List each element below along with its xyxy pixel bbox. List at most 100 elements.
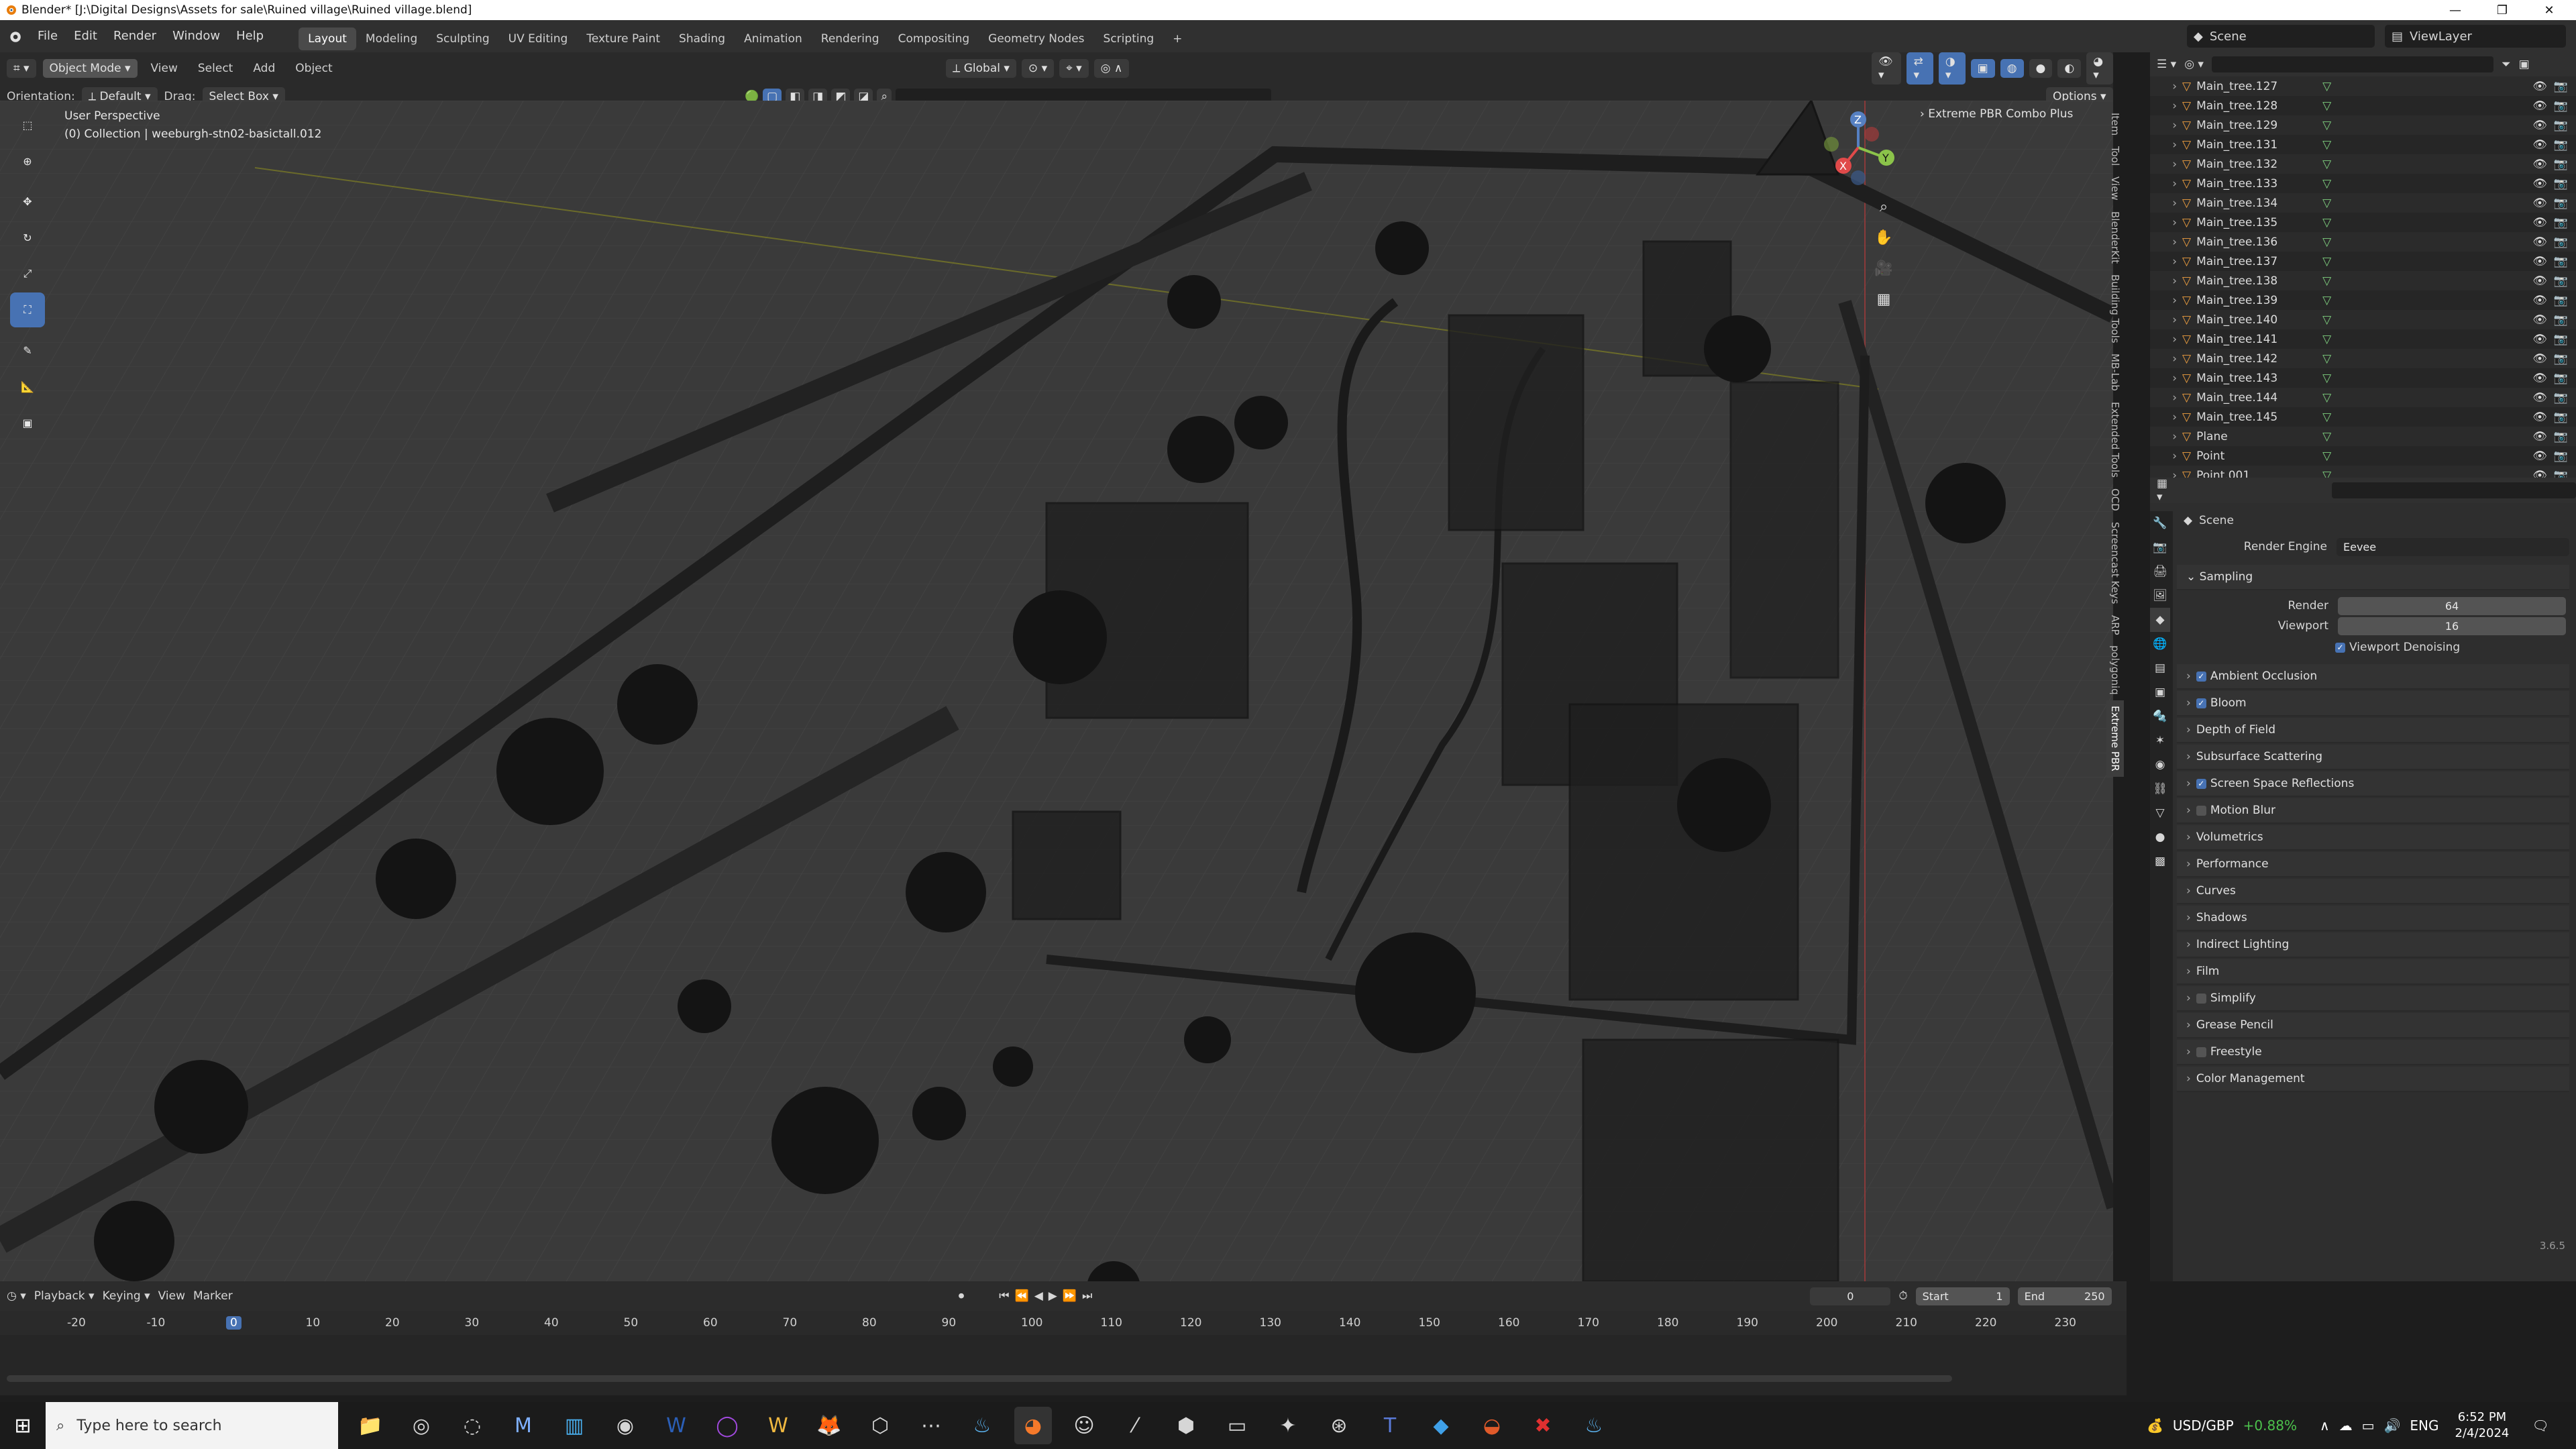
expand-arrow-icon[interactable]: ›: [2150, 80, 2182, 93]
expand-arrow-icon[interactable]: ›: [2150, 411, 2182, 424]
tab-uv-editing[interactable]: UV Editing: [499, 28, 578, 50]
visibility-eye-icon[interactable]: 👁: [2532, 449, 2547, 463]
outliner-row[interactable]: › ▽ Main_tree.144 ▽ 👁 📷: [2150, 388, 2576, 407]
maximize-button[interactable]: ❐: [2482, 0, 2522, 20]
ntab-view[interactable]: View: [2106, 171, 2124, 206]
file-explorer-icon[interactable]: 📁: [352, 1407, 389, 1444]
expand-arrow-icon[interactable]: ›: [2150, 197, 2182, 210]
expand-arrow-icon[interactable]: ›: [2150, 449, 2182, 463]
frame-ruler[interactable]: -20 -10 0 10 20 30 40 50 60 70 80 90 100 110 120 130 140…: [0, 1311, 2127, 1335]
shading-material-icon[interactable]: ◐: [2057, 59, 2082, 78]
render-camera-icon[interactable]: 📷: [2554, 138, 2568, 152]
current-frame-field[interactable]: 0: [1810, 1287, 1891, 1305]
tab-shading[interactable]: Shading: [669, 28, 735, 50]
tab-animation[interactable]: Animation: [735, 28, 812, 50]
blender-taskbar-icon[interactable]: ◕: [1014, 1407, 1052, 1444]
playback-controls[interactable]: ⏮⏪◀▶⏩⏭: [999, 1289, 1097, 1303]
menu-object[interactable]: Object: [288, 62, 339, 75]
network-icon[interactable]: ▭: [2362, 1417, 2375, 1434]
render-camera-icon[interactable]: 📷: [2554, 158, 2568, 171]
visibility-eye-icon[interactable]: 👁: [2532, 333, 2547, 346]
panel-sampling[interactable]: ⌄ Sampling: [2177, 565, 2569, 590]
modifier-tab-icon[interactable]: 🔩: [2150, 704, 2170, 729]
shading-rendered-icon[interactable]: ◕ ▾: [2086, 52, 2114, 85]
close-button[interactable]: ✕: [2529, 0, 2569, 20]
3d-viewport[interactable]: [0, 101, 2113, 1281]
snap-icon[interactable]: ⌖ ▾: [1059, 59, 1089, 78]
expand-arrow-icon[interactable]: ›: [2150, 216, 2182, 229]
viewport-denoising-row[interactable]: ✓ Viewport Denoising: [2177, 636, 2569, 659]
app-m-icon[interactable]: M: [504, 1407, 542, 1444]
visibility-eye-icon[interactable]: 👁: [2532, 158, 2547, 171]
visibility-eye-icon[interactable]: 👁: [2532, 391, 2547, 405]
steam2-icon[interactable]: ♨: [1575, 1407, 1613, 1444]
tool-tab-icon[interactable]: 🔧: [2150, 511, 2170, 535]
app-star-icon[interactable]: ✦: [1269, 1407, 1307, 1444]
menu-render[interactable]: Render: [105, 20, 164, 52]
tab-rendering[interactable]: Rendering: [812, 28, 889, 50]
expand-arrow-icon[interactable]: ›: [2150, 391, 2182, 405]
visibility-eye-icon[interactable]: 👁: [2532, 255, 2547, 268]
texture-tab-icon[interactable]: ▩: [2150, 849, 2170, 873]
render-camera-icon[interactable]: 📷: [2554, 372, 2568, 385]
expand-arrow-icon[interactable]: ›: [2150, 158, 2182, 171]
outliner-row[interactable]: › ▽ Main_tree.129 ▽ 👁 📷: [2150, 115, 2576, 135]
menu-marker[interactable]: Marker: [193, 1289, 233, 1303]
menu-add[interactable]: Add: [246, 62, 282, 75]
app-hex-icon[interactable]: ⬢: [1167, 1407, 1205, 1444]
menu-window[interactable]: Window: [164, 20, 228, 52]
panel-screen-space-reflections[interactable]: › ✓ Screen Space Reflections: [2177, 771, 2569, 797]
unreal-icon[interactable]: ⬡: [861, 1407, 899, 1444]
windows-start-icon[interactable]: ⊞: [4, 1407, 42, 1444]
outliner-row[interactable]: › ▽ Main_tree.143 ▽ 👁 📷: [2150, 368, 2576, 388]
outliner-row[interactable]: › ▽ Plane ▽ 👁 📷: [2150, 427, 2576, 446]
visibility-eye-icon[interactable]: 👁: [2532, 313, 2547, 327]
timeline-scrollbar[interactable]: [7, 1375, 1952, 1382]
panel-checkbox[interactable]: ✓: [2196, 778, 2206, 789]
menu-edit[interactable]: Edit: [66, 20, 105, 52]
dots-app-icon[interactable]: ⋯: [912, 1407, 950, 1444]
ntab-item[interactable]: Item: [2106, 107, 2124, 141]
ntab-extreme-pbr[interactable]: Extreme PBR: [2106, 700, 2124, 777]
onedrive-icon[interactable]: ☁: [2339, 1417, 2353, 1434]
ntab-arp[interactable]: ARP: [2106, 610, 2124, 641]
render-camera-icon[interactable]: 📷: [2554, 235, 2568, 249]
move-tool-icon[interactable]: ✥: [10, 184, 45, 219]
minimize-button[interactable]: —: [2435, 0, 2475, 20]
visibility-eye-icon[interactable]: 👁: [2532, 99, 2547, 113]
ntab-tool[interactable]: Tool: [2106, 141, 2124, 171]
expand-arrow-icon[interactable]: ›: [2150, 294, 2182, 307]
outliner-row[interactable]: › ▽ Main_tree.138 ▽ 👁 📷: [2150, 271, 2576, 290]
notifications-icon[interactable]: 🗨: [2532, 1417, 2548, 1434]
visibility-eye-icon[interactable]: 👁: [2532, 138, 2547, 152]
addon-panel-header[interactable]: › Extreme PBR Combo Plus: [1920, 107, 2073, 121]
visibility-icon[interactable]: 👁 ▾: [1872, 52, 1902, 85]
visibility-eye-icon[interactable]: 👁: [2532, 372, 2547, 385]
viewport-samples-field[interactable]: 16: [2338, 616, 2566, 635]
app-orange-icon[interactable]: ◒: [1473, 1407, 1511, 1444]
render-camera-icon[interactable]: 📷: [2554, 352, 2568, 366]
menu-playback[interactable]: Playback ▾: [34, 1289, 95, 1303]
expand-arrow-icon[interactable]: ›: [2150, 313, 2182, 327]
app-circle-icon[interactable]: ◯: [708, 1407, 746, 1444]
epic-icon[interactable]: ▭: [1218, 1407, 1256, 1444]
menu-help[interactable]: Help: [228, 20, 272, 52]
new-collection-icon[interactable]: ▣: [2519, 58, 2530, 71]
timeline[interactable]: ◷ ▾ Playback ▾ Keying ▾ View Marker ⏺ ⏮⏪…: [0, 1281, 2127, 1395]
clock[interactable]: 6:52 PM 2/4/2024: [2455, 1409, 2510, 1442]
render-camera-icon[interactable]: 📷: [2554, 449, 2568, 463]
tab-texture-paint[interactable]: Texture Paint: [577, 28, 669, 50]
editor-type-icon[interactable]: ⌗ ▾: [7, 59, 36, 78]
ntab-building-tools[interactable]: Building Tools: [2106, 269, 2124, 349]
app-red-icon[interactable]: ✖: [1524, 1407, 1562, 1444]
timeline-editor-icon[interactable]: ◷ ▾: [7, 1289, 26, 1303]
physics-tab-icon[interactable]: ◉: [2150, 753, 2170, 777]
outliner-row[interactable]: › ▽ Main_tree.145 ▽ 👁 📷: [2150, 407, 2576, 427]
render-camera-icon[interactable]: 📷: [2554, 411, 2568, 424]
cursor-tool-icon[interactable]: ⊕: [10, 144, 45, 178]
display-mode-icon[interactable]: ◎ ▾: [2184, 58, 2204, 71]
rotate-tool-icon[interactable]: ↻: [10, 220, 45, 255]
panel-shadows[interactable]: › Shadows: [2177, 906, 2569, 931]
measure-tool-icon[interactable]: 📐: [10, 369, 45, 404]
tab-modeling[interactable]: Modeling: [356, 28, 427, 50]
